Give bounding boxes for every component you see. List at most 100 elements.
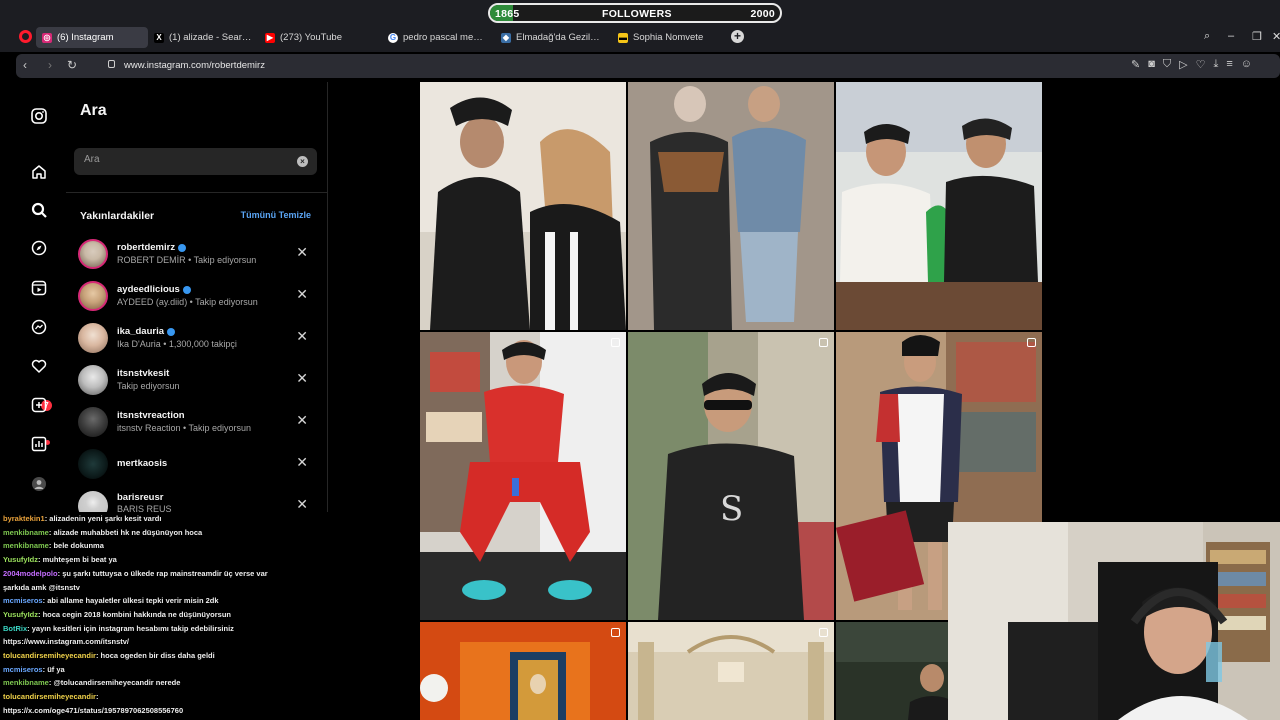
instagram-logo-icon[interactable] (30, 107, 48, 125)
maximize-icon[interactable]: ❐ (1252, 30, 1262, 43)
recent-item-ika-dauria[interactable]: ika_dauria Ika D'Auria • 1,300,000 takip… (78, 320, 318, 356)
reload-icon[interactable]: ↻ (67, 58, 77, 72)
tab-elmadag[interactable]: ◆ Elmadağ'da Gezilecek Yer (495, 27, 607, 48)
chat-text: : yayın kesitleri için instagram hesabım… (27, 623, 234, 633)
tab-youtube[interactable]: ▶ (273) YouTube (259, 27, 371, 48)
tab-x-search[interactable]: X (1) alizade - Search / X (148, 27, 258, 48)
recent-item-subtitle: itsnstv Reaction • Takip ediyorsun (117, 423, 252, 433)
recent-item-itsnstvkesit[interactable]: itsnstvkesit Takip ediyorsun ✕ (78, 362, 318, 398)
recent-item-name: aydeedlicious (117, 284, 191, 295)
carousel-icon (611, 628, 620, 637)
search-box[interactable]: × (74, 148, 317, 175)
remove-recent-icon[interactable]: ✕ (296, 329, 308, 343)
chat-message: mcmiseros: abi allame hayaletler ülkesi … (3, 596, 219, 605)
chat-message: tolucandirsemiheyecandir: (3, 692, 98, 701)
chat-text: şarkıda amk @itsnstv (3, 582, 80, 592)
post-thumbnail[interactable]: S (628, 332, 834, 620)
tab-instagram[interactable]: ◎ (6) Instagram (36, 27, 148, 48)
search-tabs-icon[interactable]: ⌕ (1204, 30, 1210, 43)
explore-icon[interactable] (30, 239, 48, 257)
remove-recent-icon[interactable]: ✕ (296, 371, 308, 385)
avatar (78, 407, 108, 437)
avatar (78, 491, 108, 512)
chat-username: tolucandirsemiheyecandir (3, 692, 96, 702)
download-icon[interactable]: ⤓ (1213, 58, 1218, 71)
remove-recent-icon[interactable]: ✕ (296, 287, 308, 301)
chat-message: şarkıda amk @itsnstv (3, 583, 80, 592)
screen: ◎ (6) Instagram X (1) alizade - Search /… (0, 0, 1280, 720)
url-field[interactable]: www.instagram.com/robertdemirz (124, 60, 265, 71)
back-icon[interactable]: ‹ (23, 58, 27, 72)
notifications-heart-icon[interactable] (30, 357, 48, 375)
opera-logo-icon[interactable] (19, 30, 32, 43)
tab-label: (1) alizade - Search / X (169, 32, 252, 43)
chat-message: menkibname: alizade muhabbeti hk ne düşü… (3, 528, 202, 537)
post-thumbnail[interactable] (628, 82, 834, 330)
create-icon[interactable] (30, 396, 48, 414)
chat-username: YusufyIdz (3, 555, 39, 565)
new-tab-button[interactable]: + (731, 30, 744, 43)
followers-goal: 2000 (750, 8, 775, 20)
chat-username: BotRix (3, 623, 28, 633)
username: ika_dauria (117, 326, 164, 337)
search-input[interactable] (84, 154, 284, 165)
verified-badge-icon (182, 285, 191, 294)
post-thumbnail[interactable] (420, 332, 626, 620)
reels-icon[interactable] (30, 279, 48, 297)
chat-message: byraktekin1: alizadenin yeni şarkı kesit… (3, 514, 161, 523)
play-icon[interactable]: ▷ (1179, 58, 1187, 71)
forward-icon[interactable]: › (48, 58, 52, 72)
chat-text: : muhteşem bi beat ya (38, 555, 117, 565)
post-thumbnail[interactable] (420, 82, 626, 330)
recent-item-aydeedlicious[interactable]: aydeedlicious AYDEED (ay.diid) • Takip e… (78, 278, 318, 314)
post-thumbnail[interactable] (628, 622, 834, 720)
streamer-webcam (948, 522, 1280, 720)
verified-badge-icon (178, 243, 187, 252)
svg-text:S: S (720, 489, 743, 529)
home-icon[interactable] (30, 163, 48, 181)
carousel-icon (1027, 338, 1036, 347)
chat-text: : hoca cegin 2018 kombini hakkında ne dü… (38, 609, 231, 619)
minimize-icon[interactable]: – (1228, 30, 1234, 42)
post-thumbnail[interactable] (420, 622, 626, 720)
heart-icon[interactable]: ♡ (1196, 58, 1206, 71)
recent-item-subtitle: Ika D'Auria • 1,300,000 takipçi (117, 339, 237, 349)
site-favicon-icon: ◆ (501, 32, 511, 43)
close-window-icon[interactable]: ✕ (1272, 30, 1280, 43)
tab-imdb[interactable]: ▬ Sophia Nomvete (612, 27, 724, 48)
search-icon[interactable] (30, 201, 48, 219)
menu-icon[interactable]: ≡ (1226, 58, 1232, 71)
chat-text: : şu şarkı tuttuysa o ülkede rap mainstr… (57, 568, 268, 578)
recent-title: Yakınlardakiler (80, 210, 155, 222)
recent-item-itsnstvreaction[interactable]: itsnstvreaction itsnstv Reaction • Takip… (78, 404, 318, 440)
edit-icon[interactable]: ✎ (1131, 58, 1140, 71)
recent-item-robertdemirz[interactable]: robertdemirz ROBERT DEMİR • Takip ediyor… (78, 236, 318, 272)
tab-label: pedro pascal meme - Goo (403, 32, 488, 43)
profile-avatar-icon[interactable] (30, 475, 48, 493)
avatar (78, 281, 108, 311)
post-thumbnail[interactable] (836, 82, 1042, 330)
camera-icon[interactable]: ◙ (1148, 58, 1155, 71)
clear-search-icon[interactable]: × (297, 156, 308, 167)
recent-item-subtitle: ROBERT DEMİR • Takip ediyorsun (117, 255, 257, 265)
profile-icon[interactable]: ☺ (1241, 58, 1252, 71)
recent-item-mertkaosis[interactable]: mertkaosis ✕ (78, 446, 318, 482)
instagram-favicon-icon: ◎ (42, 32, 52, 43)
chat-username: menkibname (3, 527, 49, 537)
remove-recent-icon[interactable]: ✕ (296, 497, 308, 511)
clear-all-button[interactable]: Tümünü Temizle (241, 210, 311, 220)
messages-icon[interactable] (30, 318, 48, 336)
remove-recent-icon[interactable]: ✕ (296, 413, 308, 427)
dashboard-icon[interactable] (30, 435, 48, 453)
recent-item-subtitle: Takip ediyorsun (117, 381, 180, 391)
recent-item-barisreusr[interactable]: barisreusr BARIŞ REUS ✕ (78, 488, 318, 512)
remove-recent-icon[interactable]: ✕ (296, 245, 308, 259)
tab-google[interactable]: G pedro pascal meme - Goo (382, 27, 494, 48)
chat-message: BotRix: yayın kesitleri için instagram h… (3, 624, 234, 633)
avatar (78, 365, 108, 395)
chat-message: YusufyIdz: hoca cegin 2018 kombini hakkı… (3, 610, 231, 619)
shield-icon[interactable]: ⛉ (1163, 58, 1171, 71)
carousel-icon (611, 338, 620, 347)
followers-start: 1865 (495, 8, 520, 20)
remove-recent-icon[interactable]: ✕ (296, 455, 308, 469)
